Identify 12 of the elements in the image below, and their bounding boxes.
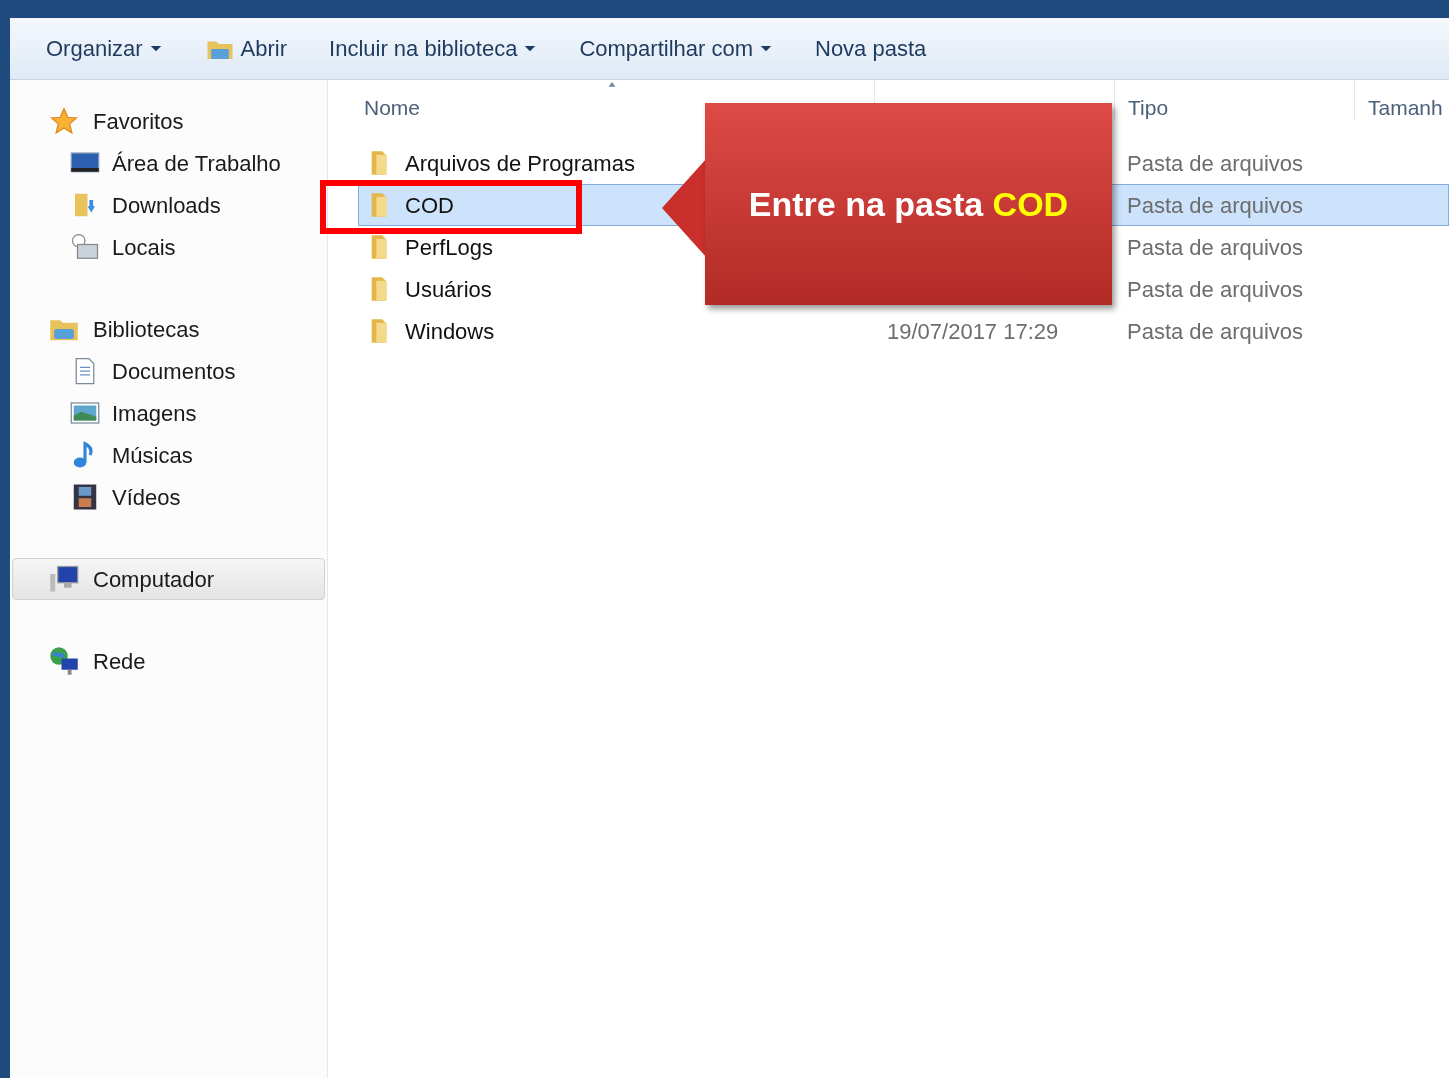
file-type: Pasta de arquivos: [1127, 233, 1304, 262]
file-type: Pasta de arquivos: [1127, 191, 1304, 220]
file-type: Pasta de arquivos: [1127, 275, 1304, 304]
file-name: COD: [405, 191, 454, 220]
callout-text: Entre na pasta COD: [748, 183, 1069, 225]
file-type: Pasta de arquivos: [1127, 317, 1304, 346]
file-name: Usuários: [405, 275, 492, 304]
file-name: Windows: [405, 317, 495, 346]
file-type: Pasta de arquivos: [1127, 149, 1304, 178]
modified-date: 19/07/2017 17:29: [887, 317, 1059, 346]
file-name: PerfLogs: [405, 233, 494, 262]
file-name: Arquivos de Programas: [405, 149, 635, 178]
